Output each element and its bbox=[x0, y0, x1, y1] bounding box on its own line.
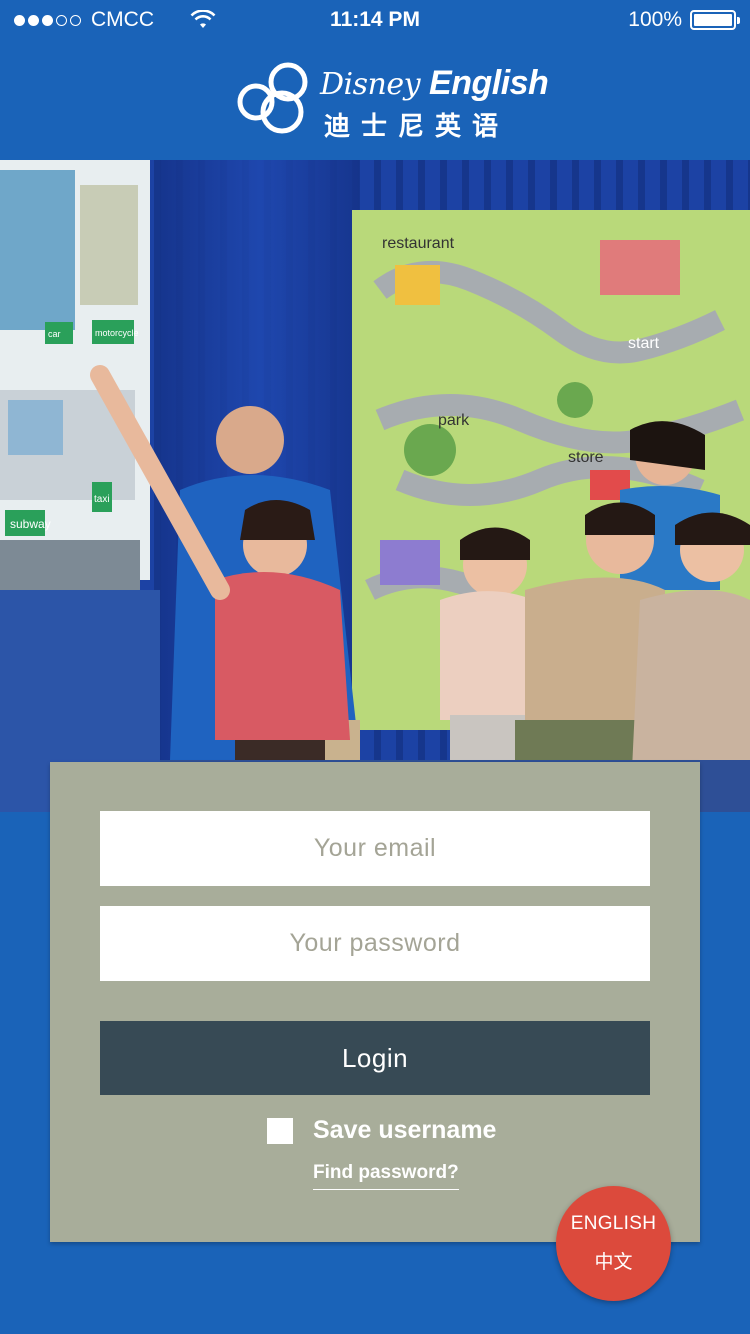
status-bar: CMCC 11:14 PM 100% bbox=[0, 0, 750, 40]
sign-park: park bbox=[438, 412, 470, 429]
sign-subway: subway bbox=[10, 517, 51, 531]
sign-start: start bbox=[628, 335, 660, 352]
wifi-icon bbox=[190, 10, 216, 28]
battery-fill bbox=[694, 14, 732, 26]
battery-icon bbox=[690, 10, 740, 30]
app-header: Disney English 迪士尼英语 bbox=[0, 40, 750, 160]
password-field[interactable] bbox=[100, 906, 650, 981]
find-password-link[interactable]: Find password? bbox=[313, 1162, 459, 1190]
logo-wordmark: Disney English bbox=[320, 64, 549, 103]
sign-store: store bbox=[568, 449, 604, 466]
mickey-ears-icon bbox=[237, 62, 308, 134]
sign-taxi: taxi bbox=[94, 494, 110, 505]
battery-percent: 100% bbox=[628, 8, 682, 31]
disney-english-logo: Disney English 迪士尼英语 bbox=[236, 58, 549, 141]
sign-restaurant: restaurant bbox=[382, 235, 455, 252]
save-username-checkbox[interactable] bbox=[267, 1117, 293, 1144]
logo-product: English bbox=[429, 64, 549, 102]
language-chinese-label[interactable]: 中文 bbox=[594, 1247, 632, 1274]
language-toggle-button[interactable]: ENGLISH 中文 bbox=[556, 1186, 671, 1301]
signal-strength-icon bbox=[14, 14, 81, 26]
save-username-label[interactable]: Save username bbox=[313, 1116, 496, 1145]
save-username-row: Save username bbox=[267, 1116, 496, 1145]
login-button[interactable]: Login bbox=[100, 1021, 650, 1095]
language-english-label[interactable]: ENGLISH bbox=[571, 1213, 657, 1235]
status-right: 100% bbox=[628, 8, 740, 32]
carrier-name: CMCC bbox=[91, 8, 154, 31]
hero-image: subway taxi motorcycle car restaurant pa… bbox=[0, 160, 750, 812]
logo-chinese: 迪士尼英语 bbox=[324, 111, 510, 141]
logo-brand: Disney bbox=[320, 67, 421, 102]
sign-motorcycle: motorcycle bbox=[95, 328, 139, 338]
email-field[interactable] bbox=[100, 811, 650, 886]
sign-car: car bbox=[48, 329, 61, 339]
login-panel: Login Save username Find password? bbox=[50, 762, 700, 1242]
classroom-photo: subway taxi motorcycle car restaurant pa… bbox=[0, 160, 750, 812]
status-left: CMCC bbox=[14, 8, 216, 32]
